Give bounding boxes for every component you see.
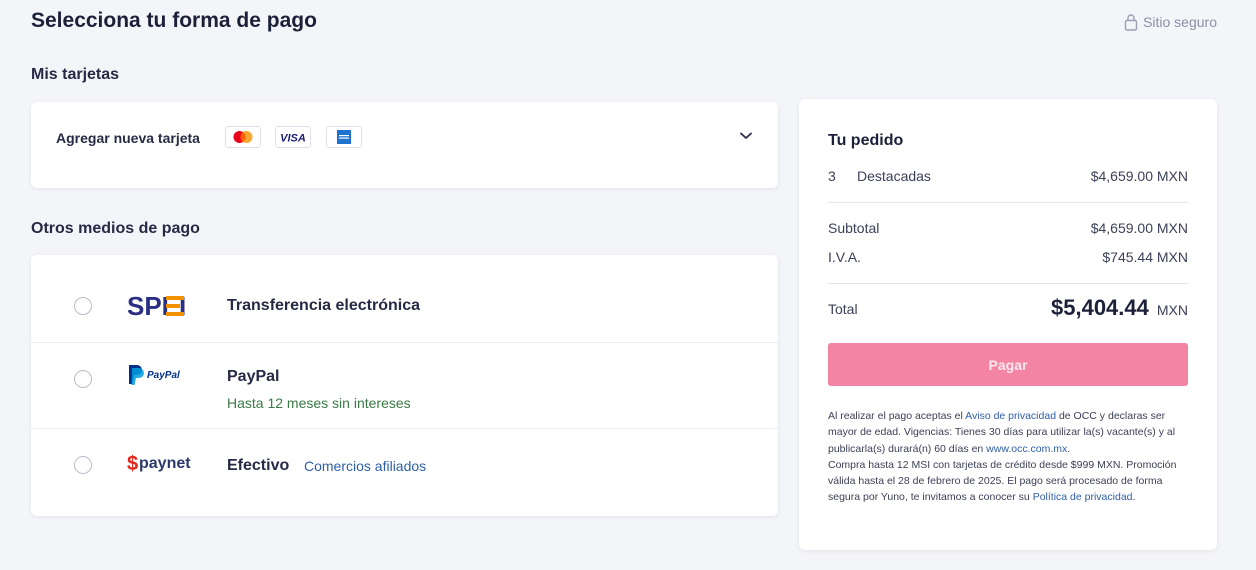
legal-text: . [1067,442,1071,455]
legal-text: . [1132,491,1136,504]
cash-label: Efectivo [227,457,290,474]
order-item-row: 3 Destacadas $4,659.00 MXN [828,168,1188,184]
svg-text:VISA: VISA [280,133,306,145]
subtotal-row: Subtotal $4,659.00 MXN [828,220,1188,236]
legal-notice: Al realizar el pago aceptas el Aviso de … [828,408,1190,506]
iva-value: $745.44 MXN [1102,249,1188,265]
payment-option-paypal[interactable]: PayPal PayPal Hasta 12 meses sin interes… [31,343,778,429]
add-new-card-label: Agregar nueva tarjeta [56,130,200,146]
pay-button[interactable]: Pagar [828,343,1188,386]
order-title: Tu pedido [828,132,904,149]
paypal-label: PayPal [227,368,280,385]
total-value: $5,404.44 MXN [1051,295,1188,321]
privacy-notice-link[interactable]: Aviso de privacidad [965,410,1056,422]
spei-label: Transferencia electrónica [227,297,420,314]
subtotal-value: $4,659.00 MXN [1090,220,1188,236]
item-name: Destacadas [857,168,931,184]
svg-text:$: $ [127,453,138,475]
svg-text:PayPal: PayPal [147,370,180,381]
total-amount: $5,404.44 [1051,295,1149,320]
spei-logo-icon: SPEI [127,293,186,319]
total-label: Total [828,301,858,317]
item-price: $4,659.00 MXN [1090,168,1188,184]
divider [828,283,1188,284]
mastercard-icon [225,126,261,148]
payment-option-spei[interactable]: SPEI Transferencia electrónica [31,255,778,343]
visa-icon: VISA [275,126,311,148]
page-title: Selecciona tu forma de pago [31,9,317,32]
item-quantity: 3 [828,168,836,184]
my-cards-heading: Mis tarjetas [31,66,120,83]
privacy-policy-link[interactable]: Política de privacidad [1033,491,1133,503]
paypal-radio[interactable] [74,370,92,388]
secure-site-label: Sitio seguro [1143,14,1217,30]
amex-icon [326,126,362,148]
paynet-radio[interactable] [74,456,92,474]
other-methods-heading: Otros medios de pago [31,220,200,237]
order-summary-panel: Tu pedido 3 Destacadas $4,659.00 MXN Sub… [799,99,1217,550]
affiliated-stores-link[interactable]: Comercios afiliados [304,458,426,474]
svg-text:paynet: paynet [139,455,191,472]
payment-option-paynet[interactable]: $ paynet Efectivo Comercios afiliados [31,429,778,516]
lock-icon [1124,14,1138,31]
chevron-down-icon[interactable] [740,132,752,140]
occ-site-link[interactable]: www.occ.com.mx [986,443,1067,455]
payment-methods-list: SPEI Transferencia electrónica PayPal Pa… [31,255,778,516]
paypal-logo-icon: PayPal [129,365,180,385]
secure-site-indicator: Sitio seguro [1124,13,1217,31]
subtotal-label: Subtotal [828,220,880,236]
paypal-installments-note: Hasta 12 meses sin intereses [227,395,411,411]
paynet-logo-icon: $ paynet [127,453,191,475]
iva-row: I.V.A. $745.44 MXN [828,249,1188,265]
divider [828,202,1188,203]
spei-radio[interactable] [74,297,92,315]
total-currency: MXN [1156,302,1188,318]
legal-text: Al realizar el pago aceptas el [828,410,966,422]
iva-label: I.V.A. [828,249,861,265]
add-new-card-panel[interactable]: Agregar nueva tarjeta VISA [31,102,778,188]
